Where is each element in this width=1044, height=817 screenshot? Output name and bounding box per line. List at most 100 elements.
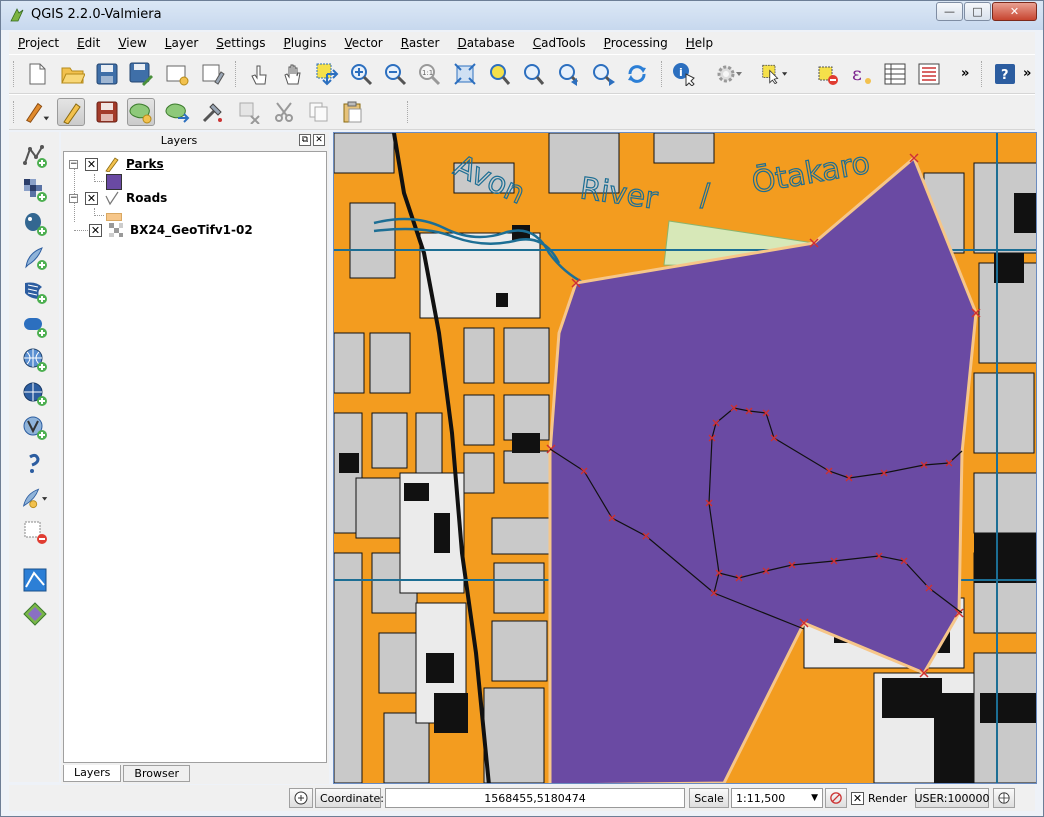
- scale-value: 1:11,500: [736, 791, 786, 805]
- add-oracle-layer-icon[interactable]: [21, 312, 49, 340]
- toolbar-overflow-chevron-icon[interactable]: »: [961, 66, 969, 81]
- delete-selected-icon[interactable]: [235, 98, 263, 126]
- add-feature-icon[interactable]: [127, 98, 155, 126]
- remove-layer-icon[interactable]: [21, 518, 49, 546]
- qgis-window: QGIS 2.2.0-Valmiera — □ ✕ Project Edit V…: [0, 0, 1044, 817]
- zoom-to-layer-icon[interactable]: [519, 60, 547, 88]
- new-shapefile-icon[interactable]: [21, 484, 49, 512]
- refresh-icon[interactable]: [623, 60, 651, 88]
- pan-to-selection-icon[interactable]: [313, 60, 341, 88]
- map-canvas[interactable]: Avon River / Ōtakaro: [333, 132, 1037, 784]
- close-button[interactable]: ✕: [992, 2, 1037, 21]
- touch-zoom-icon[interactable]: [245, 60, 273, 88]
- layers-tree: − ✕ Parks − ✕ Roads ✕ BX24_GeoTifv1-02: [63, 151, 327, 763]
- zoom-in-icon[interactable]: [347, 60, 375, 88]
- menu-help[interactable]: Help: [677, 32, 722, 54]
- layer-visibility-checkbox[interactable]: ✕: [89, 223, 102, 237]
- save-edits-icon[interactable]: [93, 98, 121, 126]
- float-panel-button[interactable]: ⧉: [299, 134, 311, 146]
- menu-vector[interactable]: Vector: [336, 32, 392, 54]
- menu-cadtools[interactable]: CadTools: [524, 32, 595, 54]
- menu-layer[interactable]: Layer: [156, 32, 207, 54]
- add-wcs-layer-icon[interactable]: [21, 380, 49, 408]
- coordinate-field[interactable]: 1568455,5180474: [385, 788, 685, 808]
- menu-plugins[interactable]: Plugins: [275, 32, 336, 54]
- run-action-icon[interactable]: [715, 60, 743, 88]
- map-rendering[interactable]: Avon River / Ōtakaro: [334, 133, 1037, 784]
- tab-browser[interactable]: Browser: [123, 765, 190, 782]
- gps-tools-icon[interactable]: [21, 600, 49, 628]
- scale-combobox[interactable]: 1:11,500 ▼: [731, 788, 823, 808]
- identify-icon[interactable]: i: [671, 60, 699, 88]
- layer-item-raster[interactable]: ✕ BX24_GeoTifv1-02: [89, 221, 253, 239]
- crs-status-icon[interactable]: [993, 788, 1015, 808]
- close-panel-button[interactable]: ✕: [313, 134, 325, 146]
- layer-item-parks[interactable]: − ✕ Parks: [69, 155, 164, 173]
- line-layer-icon: [104, 190, 120, 206]
- add-spatialite-layer-icon[interactable]: [21, 244, 49, 272]
- zoom-last-icon[interactable]: [555, 60, 583, 88]
- layer-label: BX24_GeoTifv1-02: [130, 223, 253, 237]
- zoom-to-selection-icon[interactable]: [485, 60, 513, 88]
- composer-manager-icon[interactable]: [199, 60, 227, 88]
- save-as-icon[interactable]: [127, 60, 155, 88]
- status-bar: Coordinate: 1568455,5180474 Scale 1:11,5…: [9, 785, 1035, 811]
- deselect-icon[interactable]: [813, 60, 841, 88]
- menu-settings[interactable]: Settings: [207, 32, 274, 54]
- paste-features-icon[interactable]: [339, 98, 367, 126]
- pan-icon[interactable]: [279, 60, 307, 88]
- layer-visibility-checkbox[interactable]: ✕: [85, 191, 98, 205]
- add-postgis-layer-icon[interactable]: [21, 210, 49, 238]
- add-vector-layer-icon[interactable]: [21, 142, 49, 170]
- new-project-icon[interactable]: [23, 60, 51, 88]
- add-wms-layer-icon[interactable]: [21, 346, 49, 374]
- menu-processing[interactable]: Processing: [595, 32, 677, 54]
- layer-visibility-checkbox[interactable]: ✕: [85, 157, 98, 171]
- zoom-next-icon[interactable]: [589, 60, 617, 88]
- coordinate-toggle-button[interactable]: Coordinate:: [315, 788, 384, 808]
- rotation-lock-icon[interactable]: [825, 788, 847, 808]
- new-print-composer-icon[interactable]: [163, 60, 191, 88]
- move-feature-icon[interactable]: [163, 98, 191, 126]
- georeferencer-icon[interactable]: [21, 566, 49, 594]
- cut-features-icon[interactable]: [271, 98, 299, 126]
- add-mssql-layer-icon[interactable]: [21, 278, 49, 306]
- menu-view[interactable]: View: [109, 32, 155, 54]
- messages-icon[interactable]: [289, 788, 313, 808]
- attribute-table-icon[interactable]: [881, 60, 909, 88]
- select-features-icon[interactable]: [761, 60, 789, 88]
- menu-project[interactable]: Project: [9, 32, 68, 54]
- menu-raster[interactable]: Raster: [392, 32, 449, 54]
- svg-text:?: ?: [1001, 68, 1009, 83]
- crs-button[interactable]: USER:100000: [915, 788, 990, 808]
- tab-layers[interactable]: Layers: [63, 765, 122, 782]
- render-checkbox[interactable]: ✕: [851, 791, 864, 805]
- layer-label: Roads: [126, 191, 168, 205]
- field-calculator-icon[interactable]: ε: [847, 60, 875, 88]
- copy-features-icon[interactable]: [305, 98, 333, 126]
- node-tool-icon[interactable]: [199, 98, 227, 126]
- menu-database[interactable]: Database: [448, 32, 523, 54]
- title-bar: QGIS 2.2.0-Valmiera — □ ✕: [1, 1, 1043, 30]
- maximize-button[interactable]: □: [964, 2, 991, 21]
- statistics-icon[interactable]: [915, 60, 943, 88]
- toggle-editing-icon[interactable]: [57, 98, 85, 126]
- add-raster-layer-icon[interactable]: [21, 176, 49, 204]
- save-project-icon[interactable]: [93, 60, 121, 88]
- open-project-icon[interactable]: [59, 60, 87, 88]
- layer-item-roads[interactable]: − ✕ Roads: [69, 189, 167, 207]
- help-icon[interactable]: ?: [991, 60, 1019, 88]
- current-edits-icon[interactable]: [23, 98, 51, 126]
- toolbar-overflow-chevron-2-icon[interactable]: »: [1023, 66, 1031, 81]
- collapse-icon[interactable]: −: [69, 159, 78, 169]
- chevron-down-icon[interactable]: ▼: [811, 793, 822, 803]
- zoom-full-icon[interactable]: [451, 60, 479, 88]
- render-toggle[interactable]: ✕ Render: [851, 788, 913, 808]
- zoom-out-icon[interactable]: [381, 60, 409, 88]
- add-wfs-layer-icon[interactable]: [21, 414, 49, 442]
- collapse-icon[interactable]: −: [69, 193, 78, 203]
- zoom-actual-icon[interactable]: 1:1: [415, 60, 443, 88]
- menu-edit[interactable]: Edit: [68, 32, 109, 54]
- add-delimited-text-icon[interactable]: [21, 450, 49, 478]
- minimize-button[interactable]: —: [936, 2, 963, 21]
